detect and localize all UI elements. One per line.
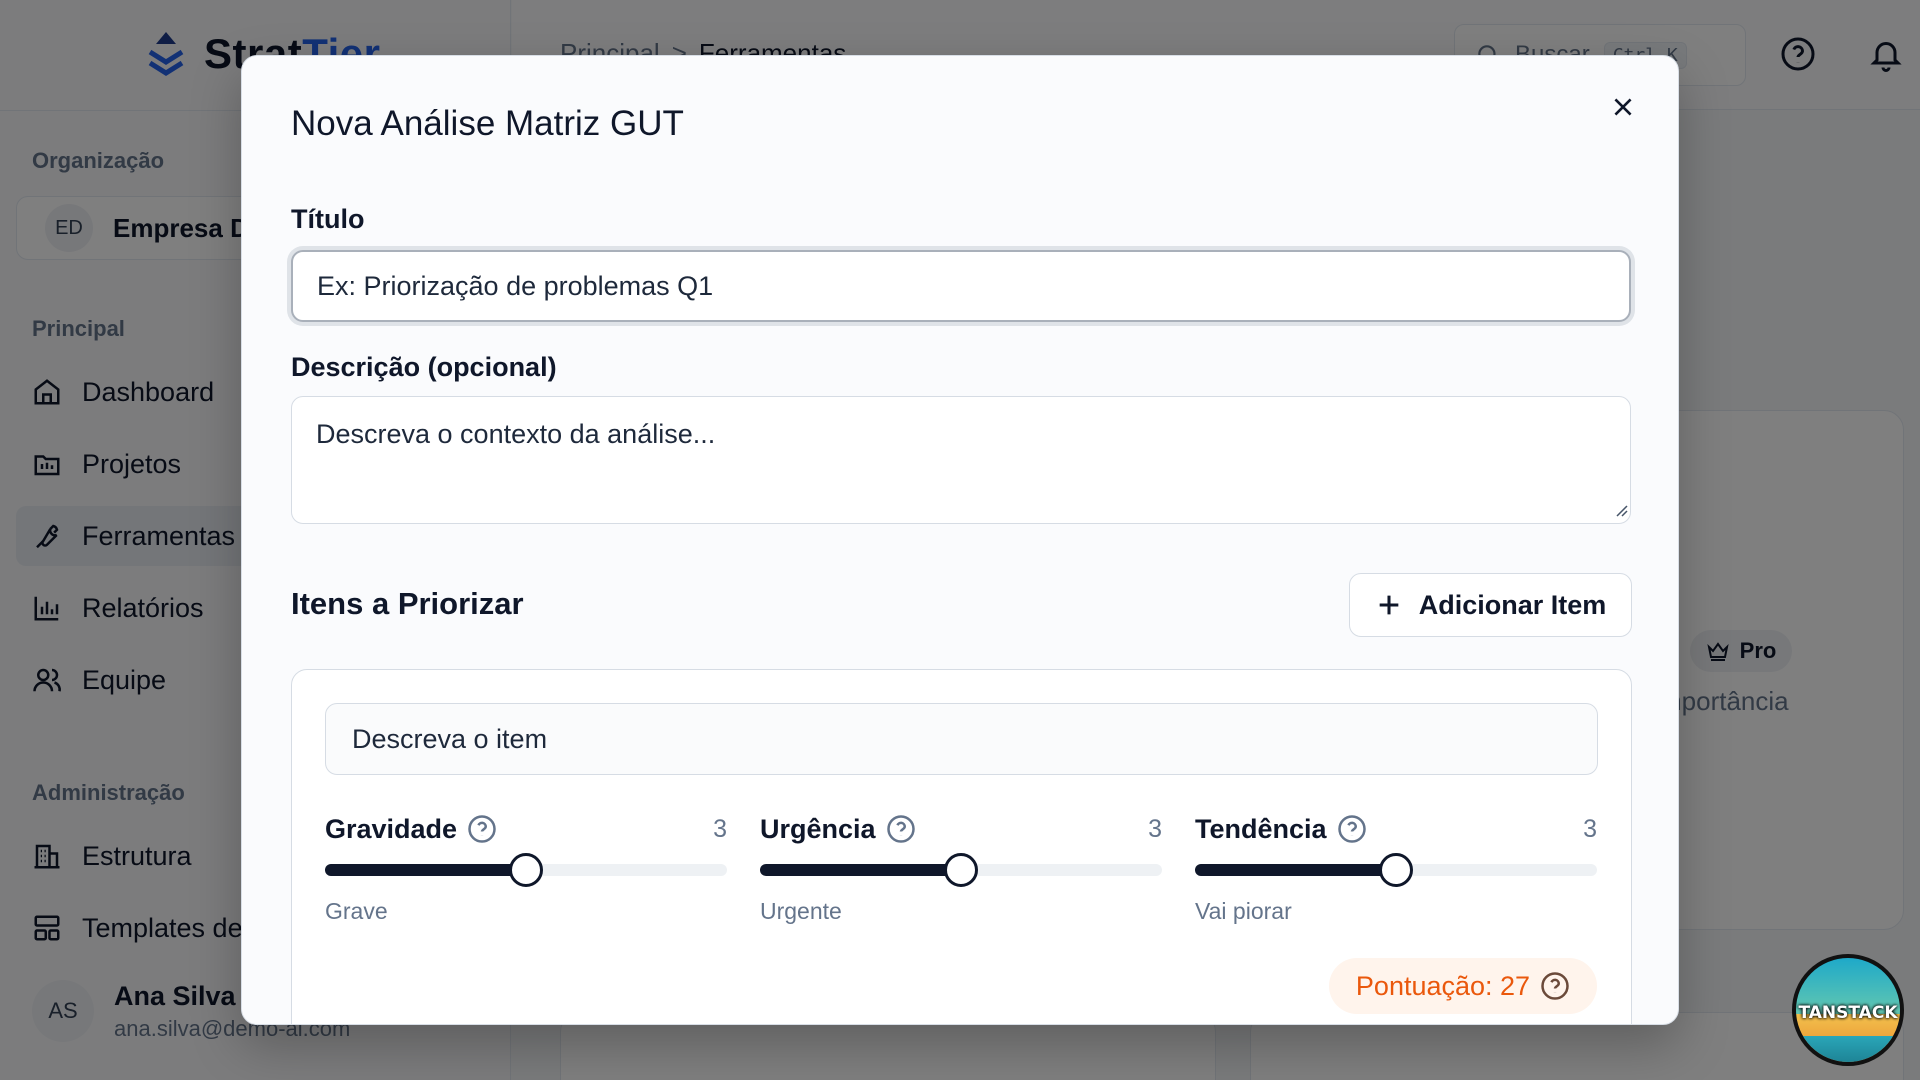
tendency-slider-group: Tendência 3 Vai piorar [1195, 812, 1597, 925]
plus-icon [1379, 595, 1399, 615]
slider-label: Tendência [1195, 813, 1327, 844]
slider-label: Urgência [760, 813, 876, 844]
gravity-slider[interactable] [325, 853, 727, 887]
description-label: Descrição (opcional) [291, 352, 557, 382]
tendency-value: 3 [1583, 814, 1597, 843]
help-circle-icon[interactable] [1337, 814, 1367, 844]
item-description-input[interactable] [325, 703, 1598, 775]
close-icon [1614, 98, 1632, 116]
priority-item-card: Gravidade 3 Grave Urgência 3 Urgente [291, 669, 1632, 1024]
slider-thumb[interactable] [509, 853, 543, 887]
urgency-value: 3 [1148, 814, 1162, 843]
title-input[interactable] [291, 250, 1631, 322]
add-item-label: Adicionar Item [1418, 589, 1607, 620]
gravity-label: Gravidade [325, 814, 497, 845]
urgency-caption: Urgente [760, 898, 842, 924]
tendency-slider[interactable] [1195, 853, 1597, 887]
tendency-label: Tendência [1195, 814, 1367, 845]
slider-thumb[interactable] [1379, 853, 1413, 887]
title-label: Título [291, 204, 365, 234]
resize-handle-icon[interactable] [1614, 503, 1628, 517]
tanstack-devtools-button[interactable]: TANSTACK [1792, 954, 1904, 1066]
help-circle-icon[interactable] [467, 814, 497, 844]
help-circle-icon[interactable] [1540, 971, 1570, 1001]
urgency-label: Urgência [760, 814, 916, 845]
slider-thumb[interactable] [944, 853, 978, 887]
score-label: Pontuação: 27 [1355, 970, 1531, 1001]
badge-sea [1796, 1036, 1900, 1062]
score-badge: Pontuação: 27 [1329, 958, 1597, 1014]
description-textarea[interactable] [291, 396, 1631, 524]
tendency-caption: Vai piorar [1195, 898, 1292, 924]
gravity-value: 3 [713, 814, 727, 843]
new-gut-analysis-dialog: Nova Análise Matriz GUT Título Descrição… [241, 55, 1679, 1025]
urgency-slider-group: Urgência 3 Urgente [760, 812, 1162, 925]
close-button[interactable] [1606, 90, 1640, 124]
gravity-caption: Grave [325, 898, 388, 924]
add-item-button[interactable]: Adicionar Item [1349, 573, 1632, 637]
urgency-slider[interactable] [760, 853, 1162, 887]
gravity-slider-group: Gravidade 3 Grave [325, 812, 727, 925]
tanstack-logo-text: TANSTACK [1798, 1003, 1898, 1023]
slider-label: Gravidade [325, 813, 458, 844]
help-circle-icon[interactable] [886, 814, 916, 844]
items-section-title: Itens a Priorizar [291, 586, 524, 621]
dialog-title: Nova Análise Matriz GUT [291, 104, 684, 143]
